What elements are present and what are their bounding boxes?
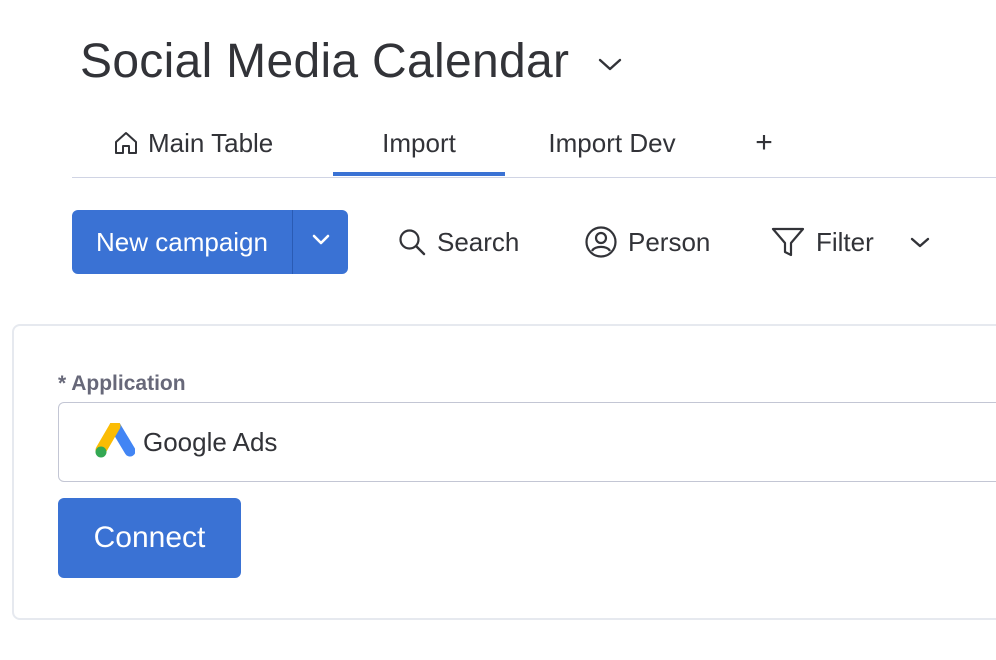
connect-button[interactable]: Connect — [58, 498, 241, 578]
board-title[interactable]: Social Media Calendar — [80, 30, 569, 94]
tab-label: Import Dev — [548, 127, 676, 158]
tab-label: Import — [382, 127, 456, 158]
chevron-down-icon[interactable] — [597, 57, 623, 73]
search-label: Search — [437, 226, 520, 257]
chevron-down-icon — [908, 227, 932, 258]
google-ads-logo-icon — [95, 423, 135, 461]
new-campaign-split-button: New campaign — [72, 210, 348, 274]
view-tabs: Main Table Import Import Dev + — [72, 110, 996, 178]
add-icon: + — [755, 126, 773, 159]
person-filter-button[interactable]: Person — [584, 210, 710, 274]
filter-button[interactable]: Filter — [770, 210, 874, 274]
home-icon — [112, 129, 140, 157]
application-select[interactable]: Google Ads — [58, 402, 996, 482]
filter-options-dropdown[interactable] — [908, 210, 932, 274]
filter-label: Filter — [816, 226, 874, 257]
person-label: Person — [628, 226, 711, 257]
board-toolbar: New campaign Search Person Filter — [72, 210, 996, 274]
tab-label: Main Table — [148, 127, 274, 158]
person-icon — [584, 225, 618, 259]
board-header: Social Media Calendar — [80, 30, 623, 94]
application-value: Google Ads — [143, 426, 278, 457]
tab-main-table[interactable]: Main Table — [112, 110, 332, 176]
application-label: * Application — [58, 372, 186, 395]
import-panel: * Application Google Ads Connect — [12, 324, 996, 620]
tab-import[interactable]: Import — [333, 110, 505, 176]
new-campaign-dropdown[interactable] — [293, 210, 348, 274]
filter-icon — [770, 225, 806, 259]
chevron-down-icon — [311, 233, 331, 252]
tab-import-dev[interactable]: Import Dev — [522, 110, 702, 176]
search-icon — [397, 227, 427, 257]
search-button[interactable]: Search — [397, 210, 519, 274]
new-campaign-button[interactable]: New campaign — [72, 210, 293, 274]
add-view-button[interactable]: + — [742, 110, 786, 176]
